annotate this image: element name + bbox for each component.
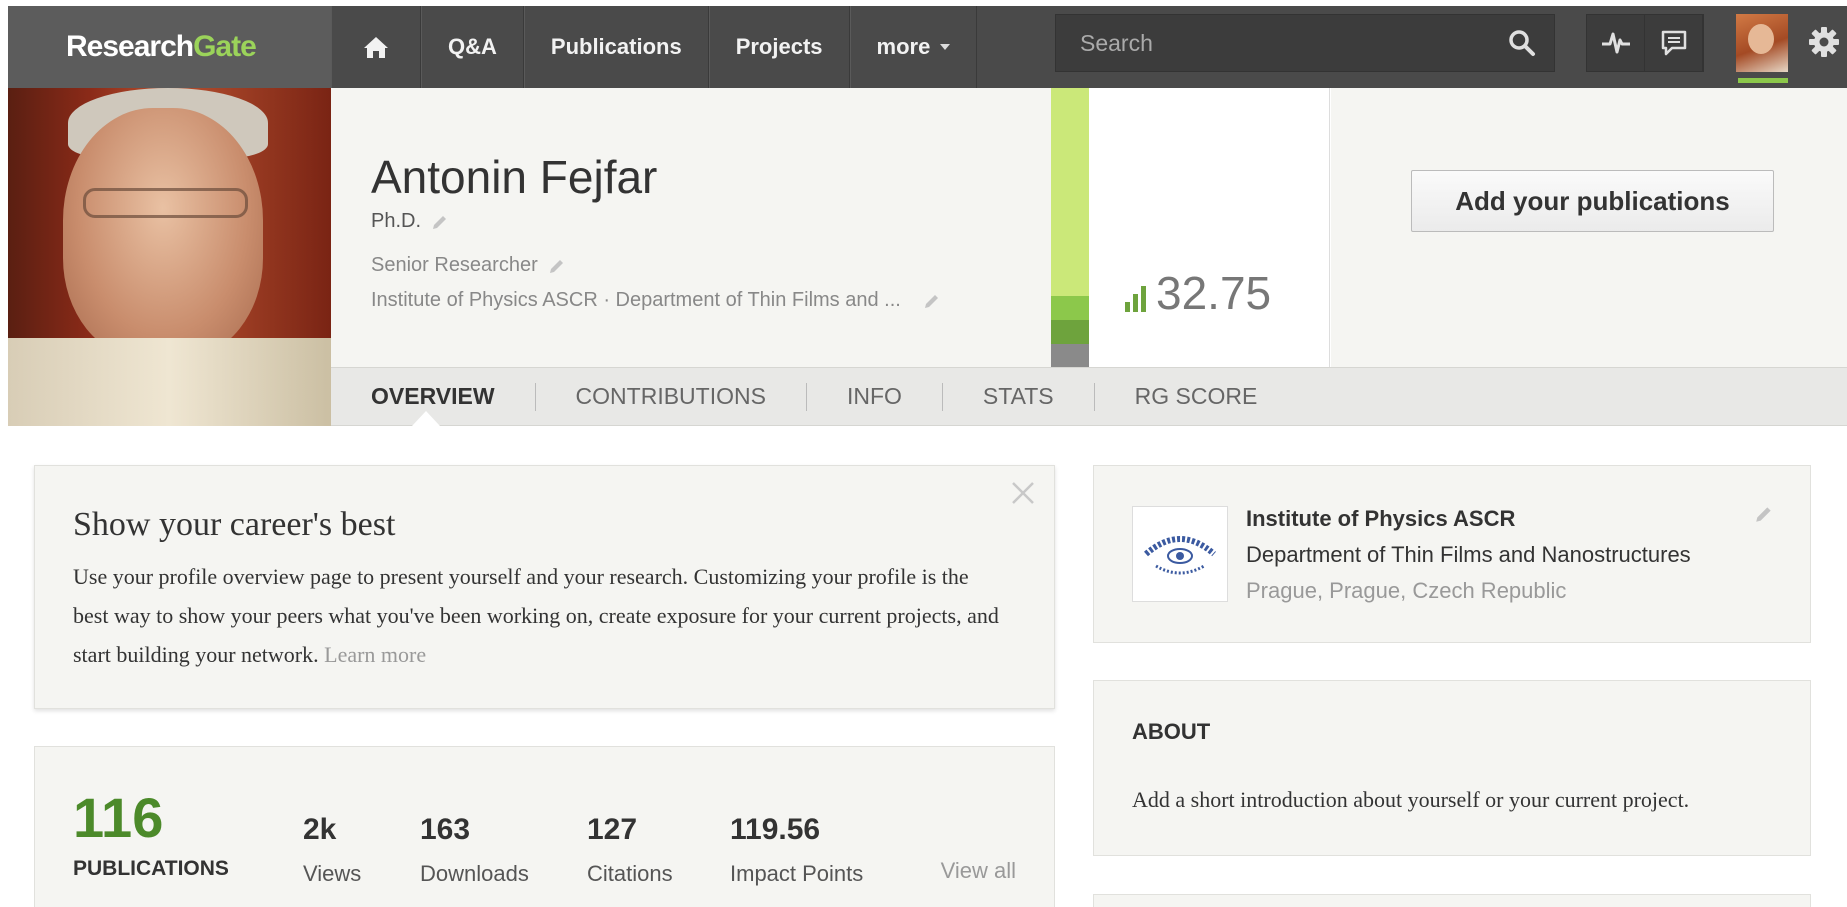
stat-downloads-value: 163 <box>420 813 471 846</box>
logo-text-research: Research <box>66 30 194 63</box>
profile-degree: Ph.D. <box>371 210 422 232</box>
nav-more[interactable]: more <box>849 6 978 88</box>
tab-rg-score[interactable]: RG SCORE <box>1093 382 1298 411</box>
rg-score: 32.75 <box>1125 266 1271 320</box>
about-prompt[interactable]: Add a short introduction about yourself … <box>1132 787 1689 813</box>
rg-score-value: 32.75 <box>1156 267 1272 319</box>
close-icon[interactable] <box>1010 480 1036 506</box>
main-nav: Q&A Publications Projects more <box>331 6 978 88</box>
about-card: ABOUT Add a short introduction about you… <box>1093 680 1811 856</box>
profile-name: Antonin Fejfar <box>371 151 658 203</box>
institution-seal-icon <box>1144 536 1216 575</box>
career-card-text: Use your profile overview page to presen… <box>73 557 1003 674</box>
notification-icons <box>1586 14 1704 72</box>
stat-impact-points: 119.56 Impact Points <box>730 813 863 887</box>
messages-icon <box>1661 30 1686 56</box>
nav-qa-label: Q&A <box>448 34 497 59</box>
tab-overview[interactable]: OVERVIEW <box>371 383 535 411</box>
stat-views: 2k Views <box>303 813 361 887</box>
institution-department: Department of Thin Films and Nanostructu… <box>1246 542 1691 567</box>
career-best-card: Show your career's best Use your profile… <box>34 465 1055 709</box>
nav-projects-label: Projects <box>735 34 823 59</box>
career-card-title: Show your career's best <box>73 506 396 543</box>
tab-stats[interactable]: STATS <box>941 382 1094 411</box>
score-bars-icon <box>1125 286 1146 312</box>
publications-count[interactable]: 116 <box>73 785 163 850</box>
about-title: ABOUT <box>1132 719 1211 744</box>
stat-citations: 127 Citations <box>587 813 673 887</box>
researchgate-logo[interactable]: ResearchGate <box>66 30 257 64</box>
edit-pencil-icon[interactable] <box>431 213 449 231</box>
stat-views-label: Views <box>303 861 362 886</box>
logo-text-gate: Gate <box>193 30 257 63</box>
chevron-down-icon <box>940 44 951 50</box>
edit-pencil-icon[interactable] <box>923 292 941 310</box>
activity-button[interactable] <box>1587 15 1645 71</box>
stat-impact-points-label: Impact Points <box>730 861 864 886</box>
nav-home[interactable] <box>331 6 421 88</box>
profile-degree-row: Ph.D. <box>371 210 449 233</box>
avatar-active-indicator <box>1738 78 1788 83</box>
stat-downloads-label: Downloads <box>420 861 529 886</box>
active-tab-pointer <box>412 411 440 426</box>
institution-card: Institute of Physics ASCR Department of … <box>1093 465 1811 643</box>
institution-location: Prague, Prague, Czech Republic <box>1246 578 1567 603</box>
search-icon[interactable] <box>1508 29 1536 57</box>
publications-label: PUBLICATIONS <box>73 857 229 880</box>
edit-pencil-icon[interactable] <box>548 257 566 275</box>
tab-contributions[interactable]: CONTRIBUTIONS <box>534 382 806 411</box>
search-box <box>1055 14 1555 72</box>
nav-publications[interactable]: Publications <box>523 6 709 88</box>
institution-name[interactable]: Institute of Physics ASCR <box>1246 506 1515 532</box>
nav-more-label: more <box>876 34 931 59</box>
tab-info[interactable]: INFO <box>805 382 942 411</box>
top-navigation-bar: ResearchGate Q&A Publications Projects m… <box>8 6 1847 88</box>
stat-citations-value: 127 <box>587 813 638 846</box>
stat-downloads: 163 Downloads <box>420 813 529 887</box>
profile-tabs: OVERVIEW CONTRIBUTIONS INFO STATS RG SCO… <box>331 367 1847 426</box>
career-card-body: Use your profile overview page to presen… <box>73 564 999 667</box>
institution-logo[interactable] <box>1132 506 1228 602</box>
edit-pencil-icon[interactable] <box>1754 504 1774 524</box>
logo-cell[interactable]: ResearchGate <box>8 6 331 88</box>
nav-qa[interactable]: Q&A <box>421 6 524 88</box>
stat-citations-label: Citations <box>587 861 673 886</box>
learn-more-link[interactable]: Learn more <box>324 642 426 667</box>
next-card-partial <box>1093 894 1811 907</box>
search-input[interactable] <box>1080 29 1500 57</box>
settings-icon[interactable] <box>1808 26 1840 58</box>
profile-position: Senior Researcher <box>371 254 538 276</box>
profile-position-row: Senior Researcher <box>371 254 566 277</box>
profile-institution-row: Institute of Physics ASCR · Department o… <box>371 289 941 312</box>
nav-publications-label: Publications <box>550 34 682 59</box>
add-publications-button[interactable]: Add your publications <box>1411 170 1774 232</box>
publication-stats-card: 116 PUBLICATIONS 2k Views 163 Downloads … <box>34 746 1055 907</box>
profile-institution: Institute of Physics ASCR · Department o… <box>371 289 901 311</box>
view-all-link[interactable]: View all <box>941 858 1016 884</box>
profile-header: Antonin Fejfar Ph.D. Senior Researcher I… <box>331 88 1051 367</box>
nav-projects[interactable]: Projects <box>708 6 850 88</box>
activity-icon <box>1601 32 1630 54</box>
stat-views-value: 2k <box>303 813 337 846</box>
user-avatar[interactable] <box>1736 14 1788 72</box>
rg-score-bar <box>1051 88 1089 367</box>
messages-button[interactable] <box>1645 15 1703 71</box>
stat-impact-points-value: 119.56 <box>730 813 821 846</box>
profile-photo[interactable] <box>8 88 331 426</box>
rg-score-panel[interactable]: 32.75 <box>1089 88 1330 367</box>
add-publications-area: Add your publications <box>1331 88 1847 367</box>
home-icon <box>364 37 388 58</box>
